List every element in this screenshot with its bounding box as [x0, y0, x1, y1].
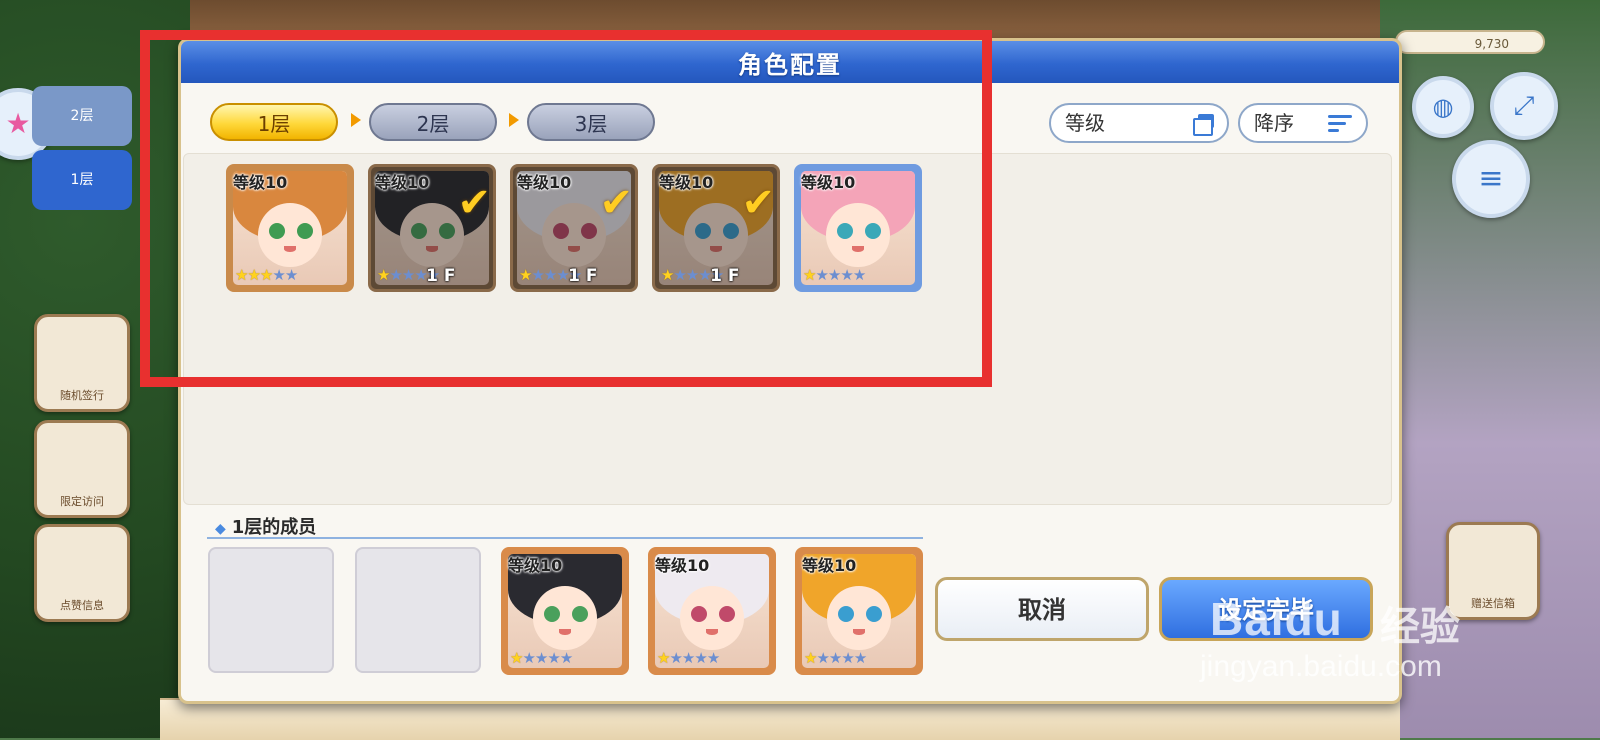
sort-level-label: 等级 — [1065, 111, 1105, 135]
star-icon: ★ — [853, 649, 867, 667]
side-button-label: 限定访问 — [60, 495, 104, 508]
star-icon: ★ — [816, 649, 829, 667]
bg-floor-tab-2[interactable]: 2层 — [32, 86, 132, 146]
side-button-label: 随机签行 — [60, 389, 104, 402]
sort-icon — [1328, 115, 1352, 132]
sort-order-button[interactable]: 降序 — [1238, 103, 1368, 143]
star-icon: ★ — [706, 649, 720, 667]
level-label: 等级10 — [802, 556, 857, 575]
currency-counter: 9,730 — [1395, 30, 1545, 54]
side-button-random-visit[interactable]: 随机签行 — [34, 314, 130, 412]
globe-icon[interactable]: ◍ — [1412, 76, 1474, 138]
portrait-mouth — [559, 629, 571, 635]
side-button-label: 点赞信息 — [60, 599, 104, 612]
gift-mailbox-button[interactable]: 赠送信箱 — [1446, 522, 1540, 620]
member-slot-empty[interactable] — [355, 547, 481, 673]
watermark-suffix: 经验 — [1380, 604, 1460, 650]
star-icon: ★ — [510, 649, 523, 667]
watermark-url: jingyan.baidu.com — [1200, 650, 1442, 683]
bg-floor-tab-1[interactable]: 1层 — [32, 150, 132, 210]
member-slot-empty[interactable] — [208, 547, 334, 673]
sort-order-label: 降序 — [1254, 111, 1294, 135]
expand-icon[interactable]: ⤢ — [1490, 72, 1558, 140]
star-rating: ★★★★★ — [657, 649, 720, 667]
cancel-button[interactable]: 取消 — [935, 577, 1149, 641]
star-icon: ★ — [534, 649, 548, 667]
portrait-face — [827, 585, 891, 650]
star-icon: ★ — [694, 649, 707, 667]
star-icon: ★ — [559, 649, 573, 667]
star-rating: ★★★★★ — [510, 649, 573, 667]
star-icon: ★ — [522, 649, 535, 667]
level-label: 等级10 — [655, 556, 710, 575]
star-icon: ★ — [841, 649, 854, 667]
annotation-highlight-box — [140, 30, 992, 387]
star-icon: ★ — [547, 649, 560, 667]
layers-icon — [1193, 114, 1215, 136]
star-rating: ★★★★★ — [804, 649, 867, 667]
side-button-label: 赠送信箱 — [1471, 597, 1515, 610]
star-icon: ★ — [669, 649, 682, 667]
portrait-face — [533, 585, 597, 650]
side-button-likes[interactable]: 点赞信息 — [34, 524, 130, 622]
members-divider — [207, 537, 923, 539]
star-icon: ★ — [804, 649, 817, 667]
members-section-title: ◆ 1层的成员 — [215, 513, 316, 539]
menu-icon[interactable]: ≡ — [1452, 140, 1530, 218]
star-icon: ★ — [828, 649, 842, 667]
diamond-icon: ◆ — [215, 521, 226, 537]
star-icon: ★ — [657, 649, 670, 667]
character-card[interactable]: 等级10 ★★★★★ — [795, 547, 923, 675]
portrait-face — [680, 585, 744, 650]
character-card[interactable]: 等级10 ★★★★★ — [501, 547, 629, 675]
portrait-mouth — [706, 629, 718, 635]
character-card[interactable]: 等级10 ★★★★★ — [648, 547, 776, 675]
portrait-mouth — [853, 629, 865, 635]
side-button-limited-visit[interactable]: 限定访问 — [34, 420, 130, 518]
level-label: 等级10 — [508, 556, 563, 575]
watermark-brand: Baidu — [1210, 593, 1343, 645]
star-icon: ★ — [681, 649, 695, 667]
members-title-text: 1层的成员 — [231, 517, 317, 538]
bottom-navigation-bar — [160, 698, 1400, 740]
sort-level-button[interactable]: 等级 — [1049, 103, 1229, 143]
